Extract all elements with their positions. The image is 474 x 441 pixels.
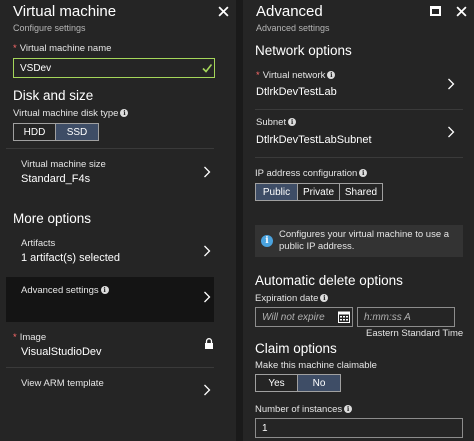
virtual-network-label: * Virtual network i bbox=[256, 70, 336, 81]
instances-input[interactable] bbox=[255, 418, 463, 438]
disk-type-toggle: HDD SSD bbox=[13, 123, 99, 141]
required-asterisk: * bbox=[13, 43, 17, 54]
checkmark-icon bbox=[202, 64, 212, 73]
virtual-network-row[interactable]: * Virtual network i DtlrkDevTestLab bbox=[243, 64, 474, 108]
vm-name-input[interactable] bbox=[13, 58, 215, 78]
vm-size-label: Virtual machine size bbox=[21, 159, 106, 170]
artifacts-label: Artifacts bbox=[21, 238, 56, 249]
virtual-machine-blade: Virtual machine Configure settings * Virt… bbox=[0, 0, 236, 441]
info-icon[interactable]: i bbox=[327, 71, 336, 79]
blade-title: Virtual machine bbox=[13, 3, 117, 20]
close-icon[interactable] bbox=[217, 5, 229, 17]
info-message-text: Configures your virtual machine to use a… bbox=[279, 229, 450, 252]
info-icon[interactable]: i bbox=[288, 118, 297, 126]
claimable-yes-button[interactable]: Yes bbox=[256, 375, 298, 391]
info-icon[interactable]: i bbox=[344, 405, 353, 413]
blade-header: Advanced Advanced settings bbox=[243, 0, 474, 36]
image-value: VisualStudioDev bbox=[21, 346, 102, 358]
arm-template-label: View ARM template bbox=[21, 378, 104, 389]
blade-subtitle: Configure settings bbox=[13, 23, 86, 33]
image-label: * Image bbox=[13, 332, 47, 343]
claimable-label: Make this machine claimable bbox=[255, 360, 377, 371]
chevron-right-icon bbox=[204, 245, 211, 257]
network-options-title: Network options bbox=[255, 43, 352, 58]
ip-config-label: IP address configuration i bbox=[255, 168, 368, 179]
vm-name-label: * Virtual machine name bbox=[13, 43, 112, 54]
advanced-blade: Advanced Advanced settings Network optio… bbox=[243, 0, 474, 441]
arm-template-row[interactable]: View ARM template bbox=[6, 368, 214, 413]
chevron-right-icon bbox=[204, 384, 211, 396]
claimable-no-button[interactable]: No bbox=[298, 375, 340, 391]
chevron-right-icon bbox=[204, 166, 211, 178]
advanced-settings-row[interactable]: Advanced settings i bbox=[6, 277, 214, 322]
advanced-settings-label: Advanced settings i bbox=[21, 285, 109, 296]
image-row: * Image VisualStudioDev bbox=[6, 324, 214, 364]
info-icon[interactable]: i bbox=[100, 286, 109, 294]
blade-header: Virtual machine Configure settings bbox=[0, 0, 236, 36]
claim-options-title: Claim options bbox=[255, 341, 337, 356]
info-icon[interactable]: i bbox=[320, 294, 329, 302]
vm-size-row[interactable]: Virtual machine size Standard_F4s bbox=[6, 149, 214, 195]
disk-type-ssd-button[interactable]: SSD bbox=[56, 124, 98, 140]
subnet-row[interactable]: Subnet i DtlrkDevTestLabSubnet bbox=[243, 110, 474, 154]
expiration-label: Expiration date i bbox=[255, 293, 329, 304]
chevron-right-icon bbox=[448, 78, 455, 90]
required-asterisk: * bbox=[13, 332, 17, 343]
info-icon[interactable]: i bbox=[120, 109, 129, 117]
ip-public-button[interactable]: Public bbox=[256, 184, 298, 200]
chevron-right-icon bbox=[448, 126, 455, 138]
disk-size-title: Disk and size bbox=[13, 88, 94, 103]
blade-divider bbox=[236, 0, 243, 441]
expiration-time-input[interactable] bbox=[357, 307, 455, 327]
instances-label: Number of instances i bbox=[255, 404, 353, 415]
disk-type-label: Virtual machine disk type i bbox=[13, 108, 129, 119]
more-options-title: More options bbox=[13, 211, 92, 226]
required-asterisk: * bbox=[256, 70, 260, 81]
lock-icon bbox=[205, 338, 213, 349]
artifacts-row[interactable]: Artifacts 1 artifact(s) selected bbox=[6, 231, 214, 276]
vm-size-value: Standard_F4s bbox=[21, 173, 91, 185]
maximize-icon[interactable] bbox=[429, 5, 441, 17]
artifacts-value: 1 artifact(s) selected bbox=[21, 252, 121, 264]
calendar-icon[interactable] bbox=[338, 311, 350, 323]
close-icon[interactable] bbox=[455, 5, 467, 17]
claimable-toggle: Yes No bbox=[255, 374, 341, 392]
info-icon: i bbox=[261, 235, 273, 247]
auto-delete-title: Automatic delete options bbox=[255, 273, 403, 288]
ip-private-button[interactable]: Private bbox=[298, 184, 340, 200]
ip-config-toggle: Public Private Shared bbox=[255, 183, 383, 201]
divider bbox=[255, 157, 463, 158]
disk-type-hdd-button[interactable]: HDD bbox=[14, 124, 56, 140]
blade-subtitle: Advanced settings bbox=[256, 23, 330, 33]
subnet-label: Subnet i bbox=[256, 117, 297, 128]
timezone-label: Eastern Standard Time bbox=[366, 328, 464, 339]
info-icon[interactable]: i bbox=[359, 169, 368, 177]
subnet-value: DtlrkDevTestLabSubnet bbox=[256, 134, 372, 146]
virtual-network-value: DtlrkDevTestLab bbox=[256, 86, 337, 98]
ip-shared-button[interactable]: Shared bbox=[340, 184, 382, 200]
blade-title: Advanced bbox=[256, 3, 323, 20]
info-message: i Configures your virtual machine to use… bbox=[255, 225, 463, 257]
chevron-right-icon bbox=[204, 291, 211, 303]
